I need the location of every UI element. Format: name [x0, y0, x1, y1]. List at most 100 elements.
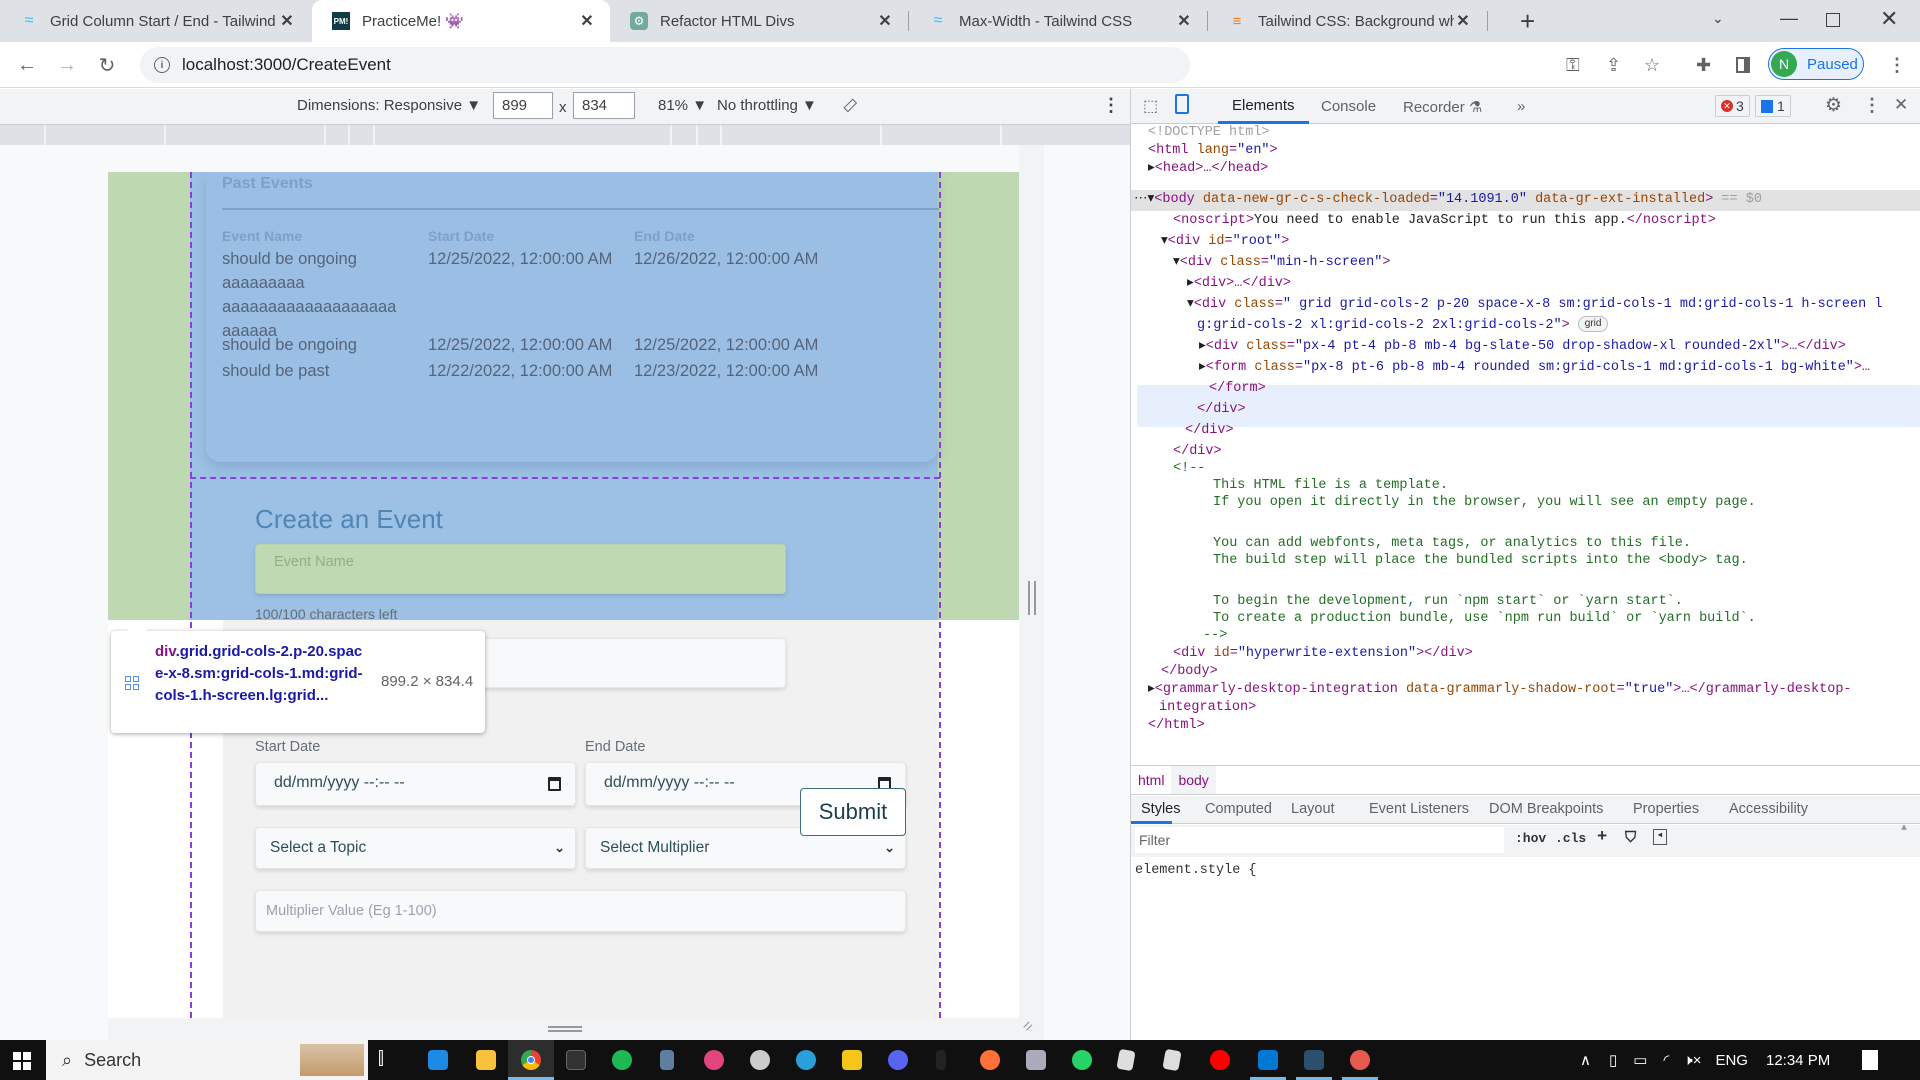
firefox-icon[interactable] — [980, 1050, 1000, 1070]
telegram-icon[interactable] — [796, 1050, 816, 1070]
hov-toggle[interactable]: :hov — [1515, 831, 1546, 846]
dom-node-grid[interactable]: ▾<div class=" grid grid-cols-2 p-20 spac… — [1187, 294, 1882, 315]
dom-node[interactable]: </div> — [1185, 420, 1234, 441]
wifi-icon[interactable]: ◜ — [1663, 1051, 1669, 1069]
side-panel-icon[interactable] — [1736, 57, 1750, 73]
dom-node[interactable]: ▸<div class="px-4 pt-4 pb-8 mb-4 bg-slat… — [1199, 336, 1846, 357]
settings-gear-icon[interactable]: ⚙ — [1825, 94, 1842, 117]
topic-select[interactable]: Select a Topic ⌄ — [255, 827, 576, 869]
dom-node[interactable]: </form> — [1209, 378, 1266, 399]
tab-layout[interactable]: Layout — [1291, 801, 1335, 817]
dom-node-body[interactable]: ⋯▾<body data-new-gr-c-s-check-loaded="14… — [1134, 189, 1762, 210]
site-info-icon[interactable]: i — [154, 57, 170, 73]
dom-node-grid-cont[interactable]: g:grid-cols-2 xl:grid-cols-2 2xl:grid-co… — [1197, 315, 1609, 336]
tab-styles[interactable]: Styles — [1141, 801, 1181, 817]
dom-node[interactable]: ▾<div id="root"> — [1161, 231, 1289, 252]
reload-icon[interactable]: ↻ — [92, 50, 122, 80]
errors-badge[interactable]: ✕ 3 — [1715, 95, 1750, 117]
clock-icon[interactable] — [750, 1050, 770, 1070]
viewport-width-input[interactable]: 899 — [493, 92, 553, 119]
minimize-icon[interactable]: — — [1780, 8, 1798, 29]
itunes-icon[interactable] — [704, 1050, 724, 1070]
device-toolbar-menu-icon[interactable]: ⋮ — [1102, 95, 1120, 116]
dom-node[interactable]: <div id="hyperwrite-extension"></div> — [1173, 643, 1473, 664]
styles-filter-input[interactable]: Filter — [1135, 827, 1504, 853]
viewport-height-input[interactable]: 834 — [573, 92, 635, 119]
windows-start-icon[interactable] — [13, 1052, 31, 1070]
dom-node[interactable]: ▾<div class="min-h-screen"> — [1173, 252, 1390, 273]
tab-properties[interactable]: Properties — [1633, 801, 1699, 817]
tab-recorder[interactable]: Recorder ⚗ — [1403, 89, 1482, 124]
language-indicator[interactable]: ENG — [1715, 1052, 1748, 1069]
calculator-icon[interactable] — [660, 1050, 674, 1070]
clock[interactable]: 12:34 PM — [1766, 1052, 1830, 1069]
tab-computed[interactable]: Computed — [1205, 801, 1272, 817]
viewport-resize-handle-bottom[interactable] — [108, 1018, 1019, 1040]
more-tabs-button[interactable]: » — [1517, 89, 1525, 124]
bookmark-star-icon[interactable]: ☆ — [1644, 55, 1660, 76]
tab-elements[interactable]: Elements — [1218, 89, 1309, 124]
meet-now-icon[interactable]: ▯ — [1609, 1051, 1617, 1069]
dom-node[interactable]: <noscript>You need to enable JavaScript … — [1173, 210, 1716, 231]
chrome-taskbar-button[interactable] — [508, 1040, 554, 1080]
browser-menu-icon[interactable]: ⋮ — [1888, 55, 1906, 76]
device-toggle-icon[interactable] — [1175, 94, 1189, 114]
inspect-element-icon[interactable]: ⬚ — [1143, 96, 1158, 116]
close-devtools-icon[interactable]: ✕ — [1894, 95, 1908, 115]
grid-badge[interactable]: grid — [1577, 316, 1609, 333]
rotate-icon[interactable]: ▯ — [840, 95, 861, 116]
notification-center-icon[interactable] — [1862, 1050, 1879, 1070]
extensions-icon[interactable]: ✚ — [1696, 55, 1711, 76]
tab-practiceme[interactable]: PM! PracticeMe! 👾 ✕ — [312, 0, 610, 42]
viewport-resize-handle-right[interactable] — [1019, 145, 1044, 1040]
zoom-dropdown[interactable]: 81% ▼ — [658, 97, 707, 114]
cls-toggle[interactable]: .cls — [1555, 831, 1586, 846]
start-date-input[interactable]: dd/mm/yyyy --:-- -- — [255, 762, 576, 806]
dom-node[interactable]: ▸<div>…</div> — [1187, 273, 1291, 294]
dom-node[interactable]: ▸<head>…</head> — [1148, 158, 1268, 179]
tab-event-listeners[interactable]: Event Listeners — [1369, 801, 1469, 817]
dimensions-dropdown[interactable]: Dimensions: Responsive ▼ — [297, 97, 481, 114]
app-icon[interactable] — [1026, 1050, 1046, 1070]
media-query-bar[interactable] — [0, 125, 1130, 145]
roblox-icon[interactable] — [1116, 1048, 1136, 1072]
dom-node[interactable]: </div> — [1197, 399, 1246, 420]
tab-console[interactable]: Console — [1321, 89, 1376, 124]
tab-accessibility[interactable]: Accessibility — [1729, 801, 1808, 817]
sticky-notes-icon[interactable] — [842, 1050, 862, 1070]
roblox-studio-icon[interactable] — [1162, 1048, 1182, 1072]
mysql-taskbar-button[interactable] — [1296, 1040, 1332, 1080]
breadcrumb-html[interactable]: html — [1131, 766, 1171, 794]
tab-dom-breakpoints[interactable]: DOM Breakpoints — [1489, 801, 1603, 817]
close-tab-icon[interactable]: ✕ — [278, 11, 296, 31]
profile-button[interactable]: N Paused — [1768, 48, 1864, 80]
scroll-up-icon[interactable]: ▲ — [1901, 823, 1907, 834]
event-name-textarea[interactable]: Event Name — [255, 544, 786, 594]
throttling-dropdown[interactable]: No throttling ▼ — [717, 97, 817, 114]
whatsapp-icon[interactable] — [1072, 1050, 1092, 1070]
devtools-menu-icon[interactable]: ⋮ — [1863, 95, 1881, 116]
paint-brush-icon[interactable]: ⛉ — [1625, 829, 1636, 847]
snipping-taskbar-button[interactable] — [1342, 1040, 1378, 1080]
notion-icon[interactable] — [566, 1050, 586, 1070]
toggle-sidebar-icon[interactable]: ◂ — [1653, 829, 1667, 845]
battery-icon[interactable]: ▭ — [1633, 1051, 1647, 1069]
show-hidden-icons[interactable]: ∧ — [1580, 1051, 1591, 1069]
share-icon[interactable]: ⇪ — [1606, 55, 1621, 76]
breadcrumb-body[interactable]: body — [1171, 766, 1216, 794]
vscode-taskbar-button[interactable] — [1250, 1040, 1286, 1080]
mouse-icon[interactable] — [936, 1050, 946, 1070]
tab-search-icon[interactable]: ⌄ — [1712, 10, 1724, 27]
youtube-music-icon[interactable] — [1210, 1050, 1230, 1070]
discord-icon[interactable] — [888, 1050, 908, 1070]
tab-grid-column[interactable]: ≈ Grid Column Start / End - Tailwind ✕ — [0, 0, 310, 42]
back-icon[interactable]: ← — [12, 50, 42, 80]
messages-badge[interactable]: 1 — [1755, 95, 1791, 117]
calendar-icon[interactable] — [548, 777, 561, 791]
close-tab-icon[interactable]: ✕ — [578, 11, 596, 31]
mail-icon[interactable] — [428, 1050, 448, 1070]
dom-node[interactable]: ▸<form class="px-8 pt-6 pb-8 mb-4 rounde… — [1199, 357, 1870, 378]
tab-refactor[interactable]: ⚙ Refactor HTML Divs ✕ — [610, 0, 908, 42]
spotify-icon[interactable] — [612, 1050, 632, 1070]
file-explorer-icon[interactable] — [476, 1050, 496, 1070]
